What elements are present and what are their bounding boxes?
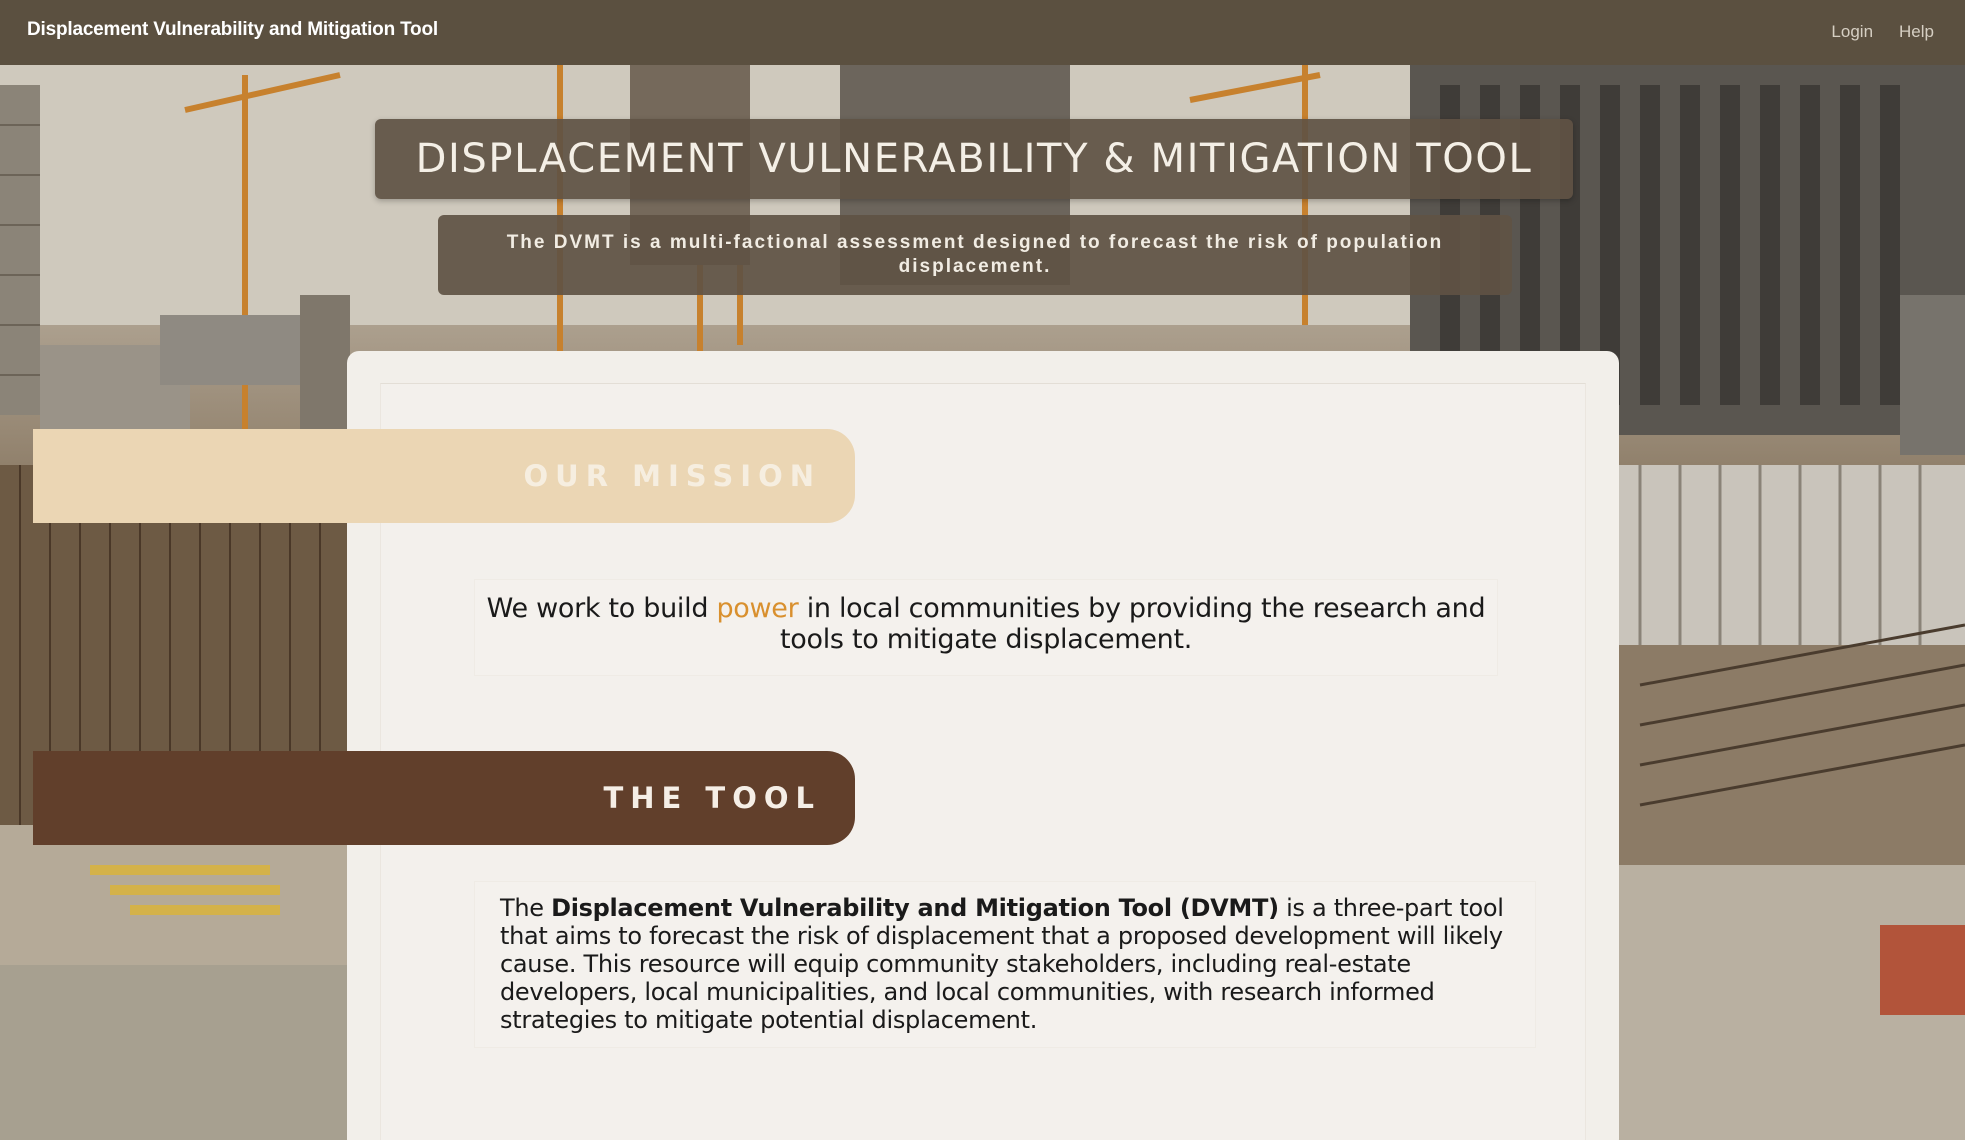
mission-text-start: We work to build bbox=[486, 593, 717, 624]
the-tool-heading-pill: THE TOOL bbox=[33, 751, 855, 845]
tool-name-bold: Displacement Vulnerability and Mitigatio… bbox=[551, 894, 1279, 922]
brand-title[interactable]: Displacement Vulnerability and Mitigatio… bbox=[27, 19, 438, 41]
tool-description-box: The Displacement Vulnerability and Mitig… bbox=[475, 882, 1535, 1047]
mission-statement-box: We work to build power in local communit… bbox=[475, 580, 1497, 675]
tool-description: The Displacement Vulnerability and Mitig… bbox=[475, 882, 1535, 1034]
the-tool-heading: THE TOOL bbox=[603, 781, 821, 815]
help-link[interactable]: Help bbox=[1899, 22, 1934, 42]
hero-title: DISPLACEMENT VULNERABILITY & MITIGATION … bbox=[415, 136, 1533, 182]
tool-text-start: The bbox=[500, 894, 552, 922]
nav-links: Login Help bbox=[1831, 22, 1934, 42]
our-mission-heading-pill: OUR MISSION bbox=[33, 429, 855, 523]
mission-text-end: in local communities by providing the re… bbox=[779, 593, 1486, 655]
our-mission-heading: OUR MISSION bbox=[523, 459, 821, 493]
login-link[interactable]: Login bbox=[1831, 22, 1873, 42]
hero-subtitle: The DVMT is a multi-factional assessment… bbox=[506, 232, 1444, 277]
hero-subtitle-banner: The DVMT is a multi-factional assessment… bbox=[438, 215, 1512, 295]
mission-statement: We work to build power in local communit… bbox=[475, 580, 1497, 655]
top-navbar: Displacement Vulnerability and Mitigatio… bbox=[0, 0, 1965, 65]
hero-title-banner: DISPLACEMENT VULNERABILITY & MITIGATION … bbox=[375, 119, 1573, 199]
mission-accent-word: power bbox=[716, 593, 799, 624]
